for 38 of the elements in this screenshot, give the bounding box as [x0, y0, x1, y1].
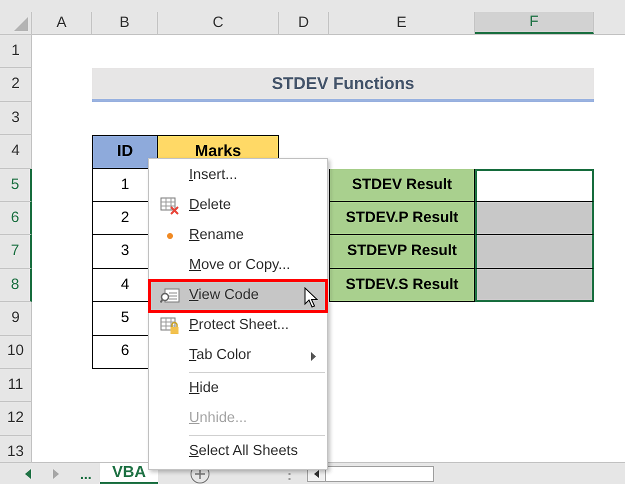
row-header[interactable]: 1: [0, 35, 32, 68]
column-header[interactable]: C: [158, 12, 279, 34]
submenu-arrow-icon: [311, 352, 316, 360]
menu-item[interactable]: Hide: [150, 371, 326, 404]
lock-sheet-icon: [160, 317, 180, 335]
row-header[interactable]: 10: [0, 336, 32, 369]
scroll-left-icon[interactable]: [314, 470, 320, 478]
result-label-cell: STDEV Result: [329, 168, 475, 202]
column-header[interactable]: D: [279, 12, 329, 34]
row-header[interactable]: 7: [0, 235, 32, 269]
row-header[interactable]: 8: [0, 268, 32, 302]
column-header[interactable]: B: [92, 12, 158, 34]
result-label-cell: STDEV.P Result: [329, 202, 475, 236]
row-header[interactable]: 9: [0, 302, 32, 336]
view-code-icon: [160, 288, 180, 304]
row-header[interactable]: 12: [0, 402, 32, 436]
title-cell: STDEV Functions: [92, 68, 594, 102]
select-all-icon[interactable]: [14, 17, 28, 31]
column-header[interactable]: F: [475, 12, 594, 34]
row-header[interactable]: 6: [0, 202, 32, 236]
result-label-cell: STDEVP Result: [329, 235, 475, 269]
result-label-cell: STDEV.S Result: [329, 268, 475, 302]
column-header[interactable]: A: [32, 12, 92, 34]
sheet-tab[interactable]: VBA: [100, 463, 158, 484]
row-header[interactable]: 11: [0, 368, 32, 402]
delete-sheet-icon: [160, 197, 180, 215]
header-cell: ID: [92, 135, 158, 169]
bullet-icon: [166, 233, 172, 239]
more-sheets-button[interactable]: ...: [80, 466, 92, 480]
menu-item[interactable]: View Code: [150, 281, 326, 311]
mouse-cursor-icon: [304, 287, 318, 309]
row-header[interactable]: 4: [0, 135, 32, 169]
row-header[interactable]: 3: [0, 102, 32, 136]
row-header[interactable]: 2: [0, 68, 32, 102]
row-header[interactable]: 5: [0, 168, 32, 202]
scroll-right-icon[interactable]: [52, 468, 60, 478]
horizontal-scrollbar[interactable]: [307, 466, 434, 482]
row-header[interactable]: 13: [0, 436, 32, 462]
